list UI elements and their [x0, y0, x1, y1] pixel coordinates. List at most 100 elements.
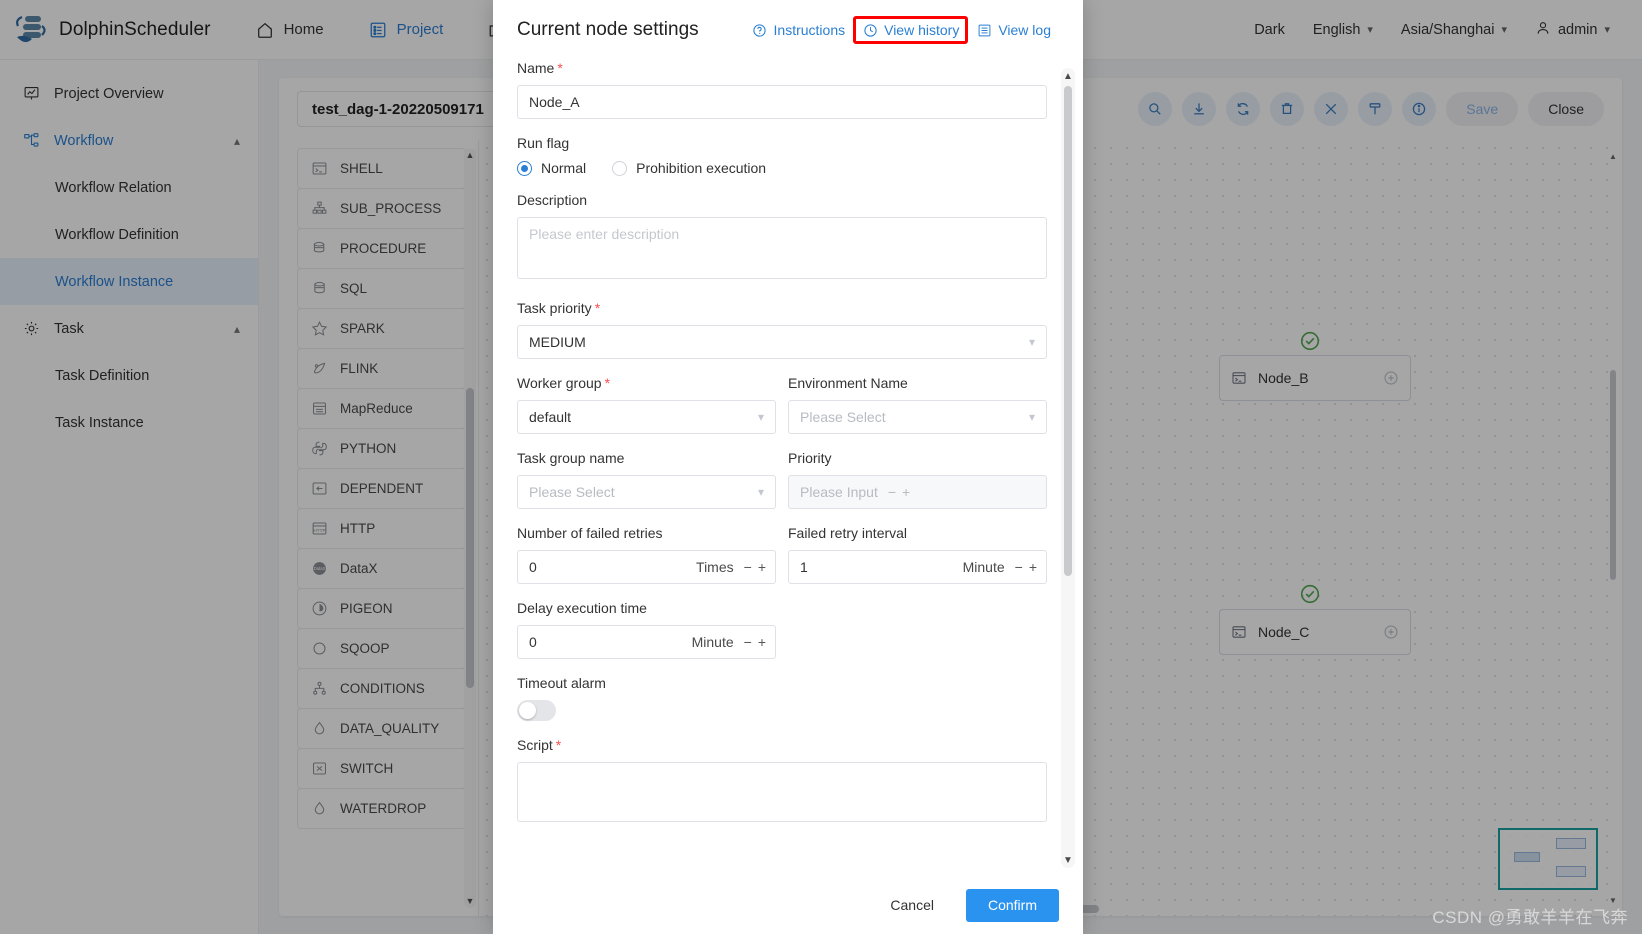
- task-group-name-label: Task group name: [517, 450, 625, 466]
- retry-interval-input[interactable]: 1 Minute − +: [788, 550, 1047, 584]
- radio-dot-selected-icon: [517, 160, 532, 176]
- environment-name-select[interactable]: Please Select ▾: [788, 400, 1047, 434]
- name-label-text: Name: [517, 60, 555, 76]
- row-delay: Delay execution time 0 Minute − +: [517, 600, 1047, 659]
- radio-normal-label: Normal: [541, 160, 587, 176]
- radio-dot-icon: [612, 160, 628, 176]
- script-label-text: Script: [517, 737, 553, 753]
- task-priority-select[interactable]: MEDIUM ▾: [517, 325, 1047, 359]
- field-timeout-alarm: Timeout alarm: [517, 675, 1047, 721]
- scroll-up-arrow-icon[interactable]: ▲: [1061, 68, 1075, 84]
- delay-input[interactable]: 0 Minute − +: [517, 625, 776, 659]
- node-settings-modal: Current node settings Instructions View …: [493, 0, 1083, 934]
- plus-icon[interactable]: +: [902, 484, 910, 500]
- chevron-down-icon: ▾: [1028, 335, 1035, 349]
- delay-label: Delay execution time: [517, 600, 647, 616]
- required-marker: *: [555, 737, 562, 753]
- timeout-alarm-toggle[interactable]: [517, 700, 556, 721]
- field-delay-spacer: [788, 600, 1047, 659]
- minus-icon[interactable]: −: [888, 484, 896, 500]
- failed-retries-value: 0: [529, 559, 537, 575]
- field-failed-retries: Number of failed retries 0 Times − +: [517, 525, 776, 584]
- worker-group-label-text: Worker group: [517, 375, 602, 391]
- field-task-group-name: Task group name Please Select ▾: [517, 450, 776, 509]
- row-retries: Number of failed retries 0 Times − + Fail…: [517, 525, 1047, 584]
- view-log-link[interactable]: View log: [968, 17, 1059, 43]
- run-flag-label: Run flag: [517, 135, 570, 151]
- modal-scroll-thumb[interactable]: [1064, 86, 1072, 576]
- retry-interval-value: 1: [800, 559, 808, 575]
- field-name: Name *: [517, 60, 1047, 119]
- description-label: Description: [517, 192, 588, 208]
- radio-normal[interactable]: Normal: [517, 160, 586, 176]
- script-editor[interactable]: [517, 762, 1047, 822]
- priority-number-input[interactable]: Please Input − +: [788, 475, 1047, 509]
- worker-group-select[interactable]: default ▾: [517, 400, 776, 434]
- instructions-link[interactable]: Instructions: [744, 17, 854, 43]
- view-log-label: View log: [998, 22, 1051, 38]
- field-environment-name: Environment Name Please Select ▾: [788, 375, 1047, 434]
- delay-value: 0: [529, 634, 537, 650]
- delay-stepper[interactable]: − +: [744, 634, 766, 650]
- task-priority-value: MEDIUM: [529, 334, 586, 350]
- failed-retries-input[interactable]: 0 Times − +: [517, 550, 776, 584]
- field-script: Script *: [517, 737, 1047, 822]
- environment-name-label: Environment Name: [788, 375, 908, 391]
- delay-unit: Minute: [691, 634, 734, 650]
- plus-icon[interactable]: +: [758, 634, 766, 650]
- row-taskgroup-priority: Task group name Please Select ▾ Priority…: [517, 450, 1047, 509]
- field-worker-group: Worker group * default ▾: [517, 375, 776, 434]
- priority-stepper[interactable]: − +: [888, 484, 910, 500]
- worker-group-value: default: [529, 409, 572, 425]
- retry-interval-stepper[interactable]: − +: [1015, 559, 1037, 575]
- required-marker: *: [594, 300, 601, 316]
- task-priority-label-text: Task priority: [517, 300, 592, 316]
- task-priority-label: Task priority *: [517, 300, 1047, 316]
- watermark: CSDN @勇敢羊羊在飞奔: [1432, 908, 1628, 927]
- modal-header-links: Instructions View history View log: [744, 16, 1059, 44]
- plus-icon[interactable]: +: [758, 559, 766, 575]
- timeout-alarm-label: Timeout alarm: [517, 675, 606, 691]
- instructions-label: Instructions: [773, 22, 846, 38]
- minus-icon[interactable]: −: [744, 559, 752, 575]
- question-circle-icon: [752, 22, 768, 38]
- priority-label: Priority: [788, 450, 832, 466]
- plus-icon[interactable]: +: [1029, 559, 1037, 575]
- modal-header: Current node settings Instructions View …: [493, 0, 1083, 60]
- modal-footer: Cancel Confirm: [493, 876, 1083, 934]
- failed-retries-unit: Times: [696, 559, 734, 575]
- chevron-down-icon: ▾: [1028, 410, 1035, 424]
- environment-name-placeholder: Please Select: [800, 409, 886, 425]
- task-group-name-placeholder: Please Select: [529, 484, 615, 500]
- modal-form: Name* Run flag Normal Prohibition execut…: [517, 60, 1047, 876]
- modal-body: Name* Run flag Normal Prohibition execut…: [493, 60, 1083, 876]
- modal-title: Current node settings: [517, 19, 699, 40]
- confirm-button[interactable]: Confirm: [965, 888, 1059, 922]
- required-marker: *: [557, 60, 563, 76]
- view-history-label: View history: [884, 22, 960, 38]
- cancel-button[interactable]: Cancel: [872, 889, 952, 922]
- name-input[interactable]: [517, 85, 1047, 119]
- radio-prohibition-label: Prohibition execution: [636, 160, 767, 176]
- field-task-priority: Task priority * MEDIUM ▾: [517, 300, 1047, 359]
- task-group-name-select[interactable]: Please Select ▾: [517, 475, 776, 509]
- scroll-down-arrow-icon[interactable]: ▼: [1061, 852, 1075, 868]
- minus-icon[interactable]: −: [1015, 559, 1023, 575]
- radio-prohibition-execution[interactable]: Prohibition execution: [612, 160, 766, 176]
- field-retry-interval: Failed retry interval 1 Minute − +: [788, 525, 1047, 584]
- minus-icon[interactable]: −: [744, 634, 752, 650]
- view-history-link[interactable]: View history: [853, 16, 969, 44]
- app-root: DolphinScheduler Home Project Dark Engli…: [0, 0, 1642, 934]
- chevron-down-icon: ▾: [757, 410, 764, 424]
- modal-scrollbar[interactable]: ▲ ▼: [1061, 68, 1075, 868]
- field-run-flag: Run flag Normal Prohibition execution: [517, 135, 1047, 176]
- clock-icon: [862, 22, 878, 38]
- field-delay-execution-time: Delay execution time 0 Minute − +: [517, 600, 776, 659]
- description-textarea[interactable]: [517, 217, 1047, 279]
- required-marker: *: [604, 375, 611, 391]
- field-priority: Priority Please Input − +: [788, 450, 1047, 509]
- failed-retries-stepper[interactable]: − +: [744, 559, 766, 575]
- script-label: Script *: [517, 737, 1047, 753]
- row-worker-environment: Worker group * default ▾ Environment Name…: [517, 375, 1047, 434]
- retry-interval-unit: Minute: [962, 559, 1005, 575]
